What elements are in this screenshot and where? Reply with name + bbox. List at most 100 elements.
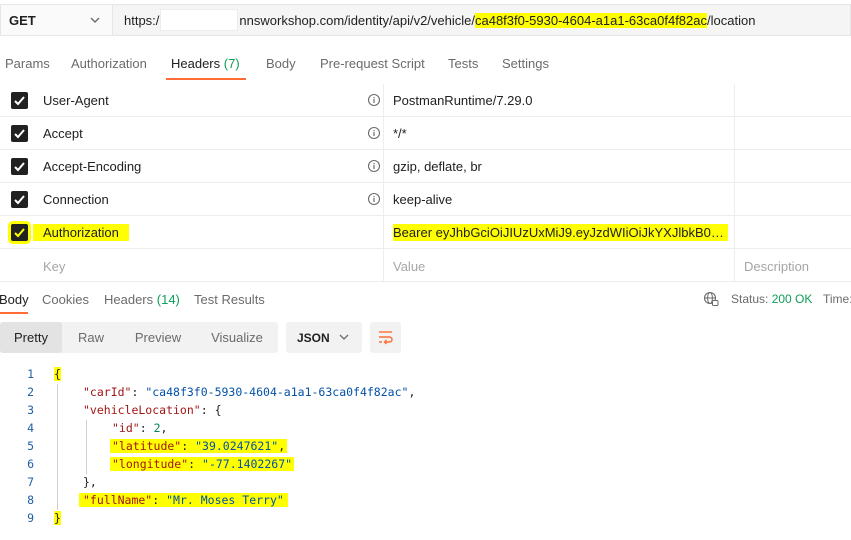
json-line-longitude: "longitude": "-77.1402267": [110, 457, 295, 471]
tab-pre-request-script[interactable]: Pre-request Script: [320, 56, 425, 71]
line-number: 2: [27, 385, 34, 399]
header-key[interactable]: Accept-Encoding: [43, 159, 141, 174]
header-value[interactable]: gzip, deflate, br: [393, 159, 482, 174]
method-label: GET: [9, 12, 36, 28]
header-key[interactable]: Authorization: [33, 224, 129, 241]
url-prefix: https:/: [124, 12, 160, 28]
check-icon: [14, 162, 25, 172]
table-row: Connection keep-alive: [0, 183, 851, 216]
table-row: Accept */*: [0, 117, 851, 150]
json-value: "ca48f3f0-5930-4604-a1a1-63ca0f4f82ac": [145, 385, 409, 399]
format-label: JSON: [297, 330, 330, 345]
json-line-fullname: "fullName": "Mr. Moses Terry": [79, 493, 288, 507]
header-value[interactable]: PostmanRuntime/7.29.0: [393, 93, 532, 108]
json-value: "Mr. Moses Terry": [166, 493, 284, 507]
method-select[interactable]: GET: [0, 4, 112, 36]
tab-headers[interactable]: Headers (7): [171, 56, 240, 71]
time-label[interactable]: Time:: [823, 292, 851, 306]
info-icon[interactable]: [367, 126, 381, 140]
view-pretty-button[interactable]: Pretty: [0, 322, 62, 353]
tab-response-headers[interactable]: Headers (14): [104, 292, 180, 307]
header-key[interactable]: User-Agent: [43, 93, 109, 108]
header-checkbox[interactable]: [11, 125, 28, 142]
json-key: "id": [112, 421, 140, 435]
view-raw-button[interactable]: Raw: [62, 322, 120, 353]
view-preview-button[interactable]: Preview: [120, 322, 196, 353]
info-icon[interactable]: [367, 192, 381, 206]
url-suffix: /location: [707, 12, 756, 28]
check-icon: [14, 195, 25, 205]
header-value[interactable]: keep-alive: [393, 192, 452, 207]
request-tabs: Params Authorization Headers (7) Body Pr…: [0, 48, 851, 82]
active-tab-indicator: [0, 312, 28, 314]
line-number: 5: [27, 439, 34, 453]
indent-guide: [86, 420, 87, 474]
header-checkbox[interactable]: [11, 92, 28, 109]
value-placeholder[interactable]: Value: [393, 259, 425, 274]
json-value: 2: [153, 421, 161, 435]
json-line-id: "id": 2,: [112, 421, 168, 435]
check-icon: [14, 228, 25, 238]
line-number: 3: [27, 403, 34, 417]
json-close-brace: }: [54, 511, 61, 525]
header-checkbox[interactable]: [11, 158, 28, 175]
tab-cookies[interactable]: Cookies: [42, 292, 89, 307]
header-key[interactable]: Accept: [43, 126, 83, 141]
tab-settings[interactable]: Settings: [502, 56, 549, 71]
json-open-brace: {: [54, 367, 61, 381]
response-toolbar: Pretty Raw Preview Visualize JSON: [0, 322, 851, 356]
tab-response-headers-label: Headers: [104, 292, 154, 307]
info-icon[interactable]: [367, 93, 381, 107]
json-line-vehiclelocation: "vehicleLocation": {: [83, 403, 222, 417]
wrap-lines-icon: [379, 331, 393, 345]
tab-tests[interactable]: Tests: [448, 56, 478, 71]
json-key: "carId": [83, 385, 132, 399]
line-number: 7: [27, 475, 34, 489]
check-icon: [14, 96, 25, 106]
json-line-carid: "carId": "ca48f3f0-5930-4604-a1a1-63ca0f…: [83, 385, 416, 399]
response-status: Status: 200 OK: [731, 292, 812, 306]
header-checkbox[interactable]: [11, 224, 28, 241]
info-icon[interactable]: [367, 159, 381, 173]
url-vehicle-id: ca48f3f0-5930-4604-a1a1-63ca0f4f82ac: [474, 12, 707, 28]
json-value: "-77.1402267": [202, 457, 293, 471]
table-row: Accept-Encoding gzip, deflate, br: [0, 150, 851, 183]
response-body-code[interactable]: 1 2 3 4 5 6 7 8 9 { "carId": "ca48f3f0-5…: [0, 364, 851, 534]
tab-body[interactable]: Body: [266, 56, 296, 71]
active-tab-indicator: [166, 78, 246, 80]
check-icon: [14, 129, 25, 139]
response-tabs: Body Cookies Headers (14) Test Results S…: [0, 284, 851, 314]
line-number: 6: [27, 457, 34, 471]
view-visualize-button[interactable]: Visualize: [196, 322, 278, 353]
globe-lock-icon[interactable]: [703, 291, 719, 307]
description-placeholder[interactable]: Description: [744, 259, 809, 274]
tab-test-results[interactable]: Test Results: [194, 292, 265, 307]
tab-response-body[interactable]: Body: [0, 292, 29, 307]
tab-params[interactable]: Params: [5, 56, 50, 71]
json-key: "longitude": [112, 457, 189, 471]
status-value[interactable]: 200 OK: [772, 292, 813, 306]
status-label: Status:: [731, 292, 769, 306]
header-value[interactable]: Bearer eyJhbGciOiJIUzUxMiJ9.eyJzdWIiOiJk…: [393, 224, 728, 241]
key-placeholder[interactable]: Key: [43, 259, 65, 274]
request-bar: GET https:/ nnsworkshop.com/identity/api/…: [0, 0, 851, 40]
redacted-block: [160, 9, 239, 31]
line-number: 9: [27, 511, 34, 525]
json-line-latitude: "latitude": "39.0247621",: [110, 439, 288, 453]
view-mode-selector: Pretty Raw Preview Visualize: [0, 322, 278, 353]
header-key[interactable]: Connection: [43, 192, 109, 207]
json-key: "vehicleLocation": [83, 403, 201, 417]
header-value[interactable]: */*: [393, 126, 407, 141]
tab-headers-count: (7): [223, 56, 240, 71]
tab-response-headers-count: (14): [156, 292, 180, 307]
line-number: 4: [27, 421, 34, 435]
table-row: User-Agent PostmanRuntime/7.29.0: [0, 84, 851, 117]
tab-headers-label: Headers: [171, 56, 221, 71]
json-value: "39.0247621": [195, 439, 279, 453]
tab-authorization[interactable]: Authorization: [71, 56, 147, 71]
line-number: 8: [27, 493, 34, 507]
wrap-lines-button[interactable]: [370, 322, 401, 353]
header-checkbox[interactable]: [11, 191, 28, 208]
format-select[interactable]: JSON: [286, 322, 362, 353]
url-input[interactable]: https:/ nnsworkshop.com/identity/api/v2/v…: [112, 4, 851, 36]
